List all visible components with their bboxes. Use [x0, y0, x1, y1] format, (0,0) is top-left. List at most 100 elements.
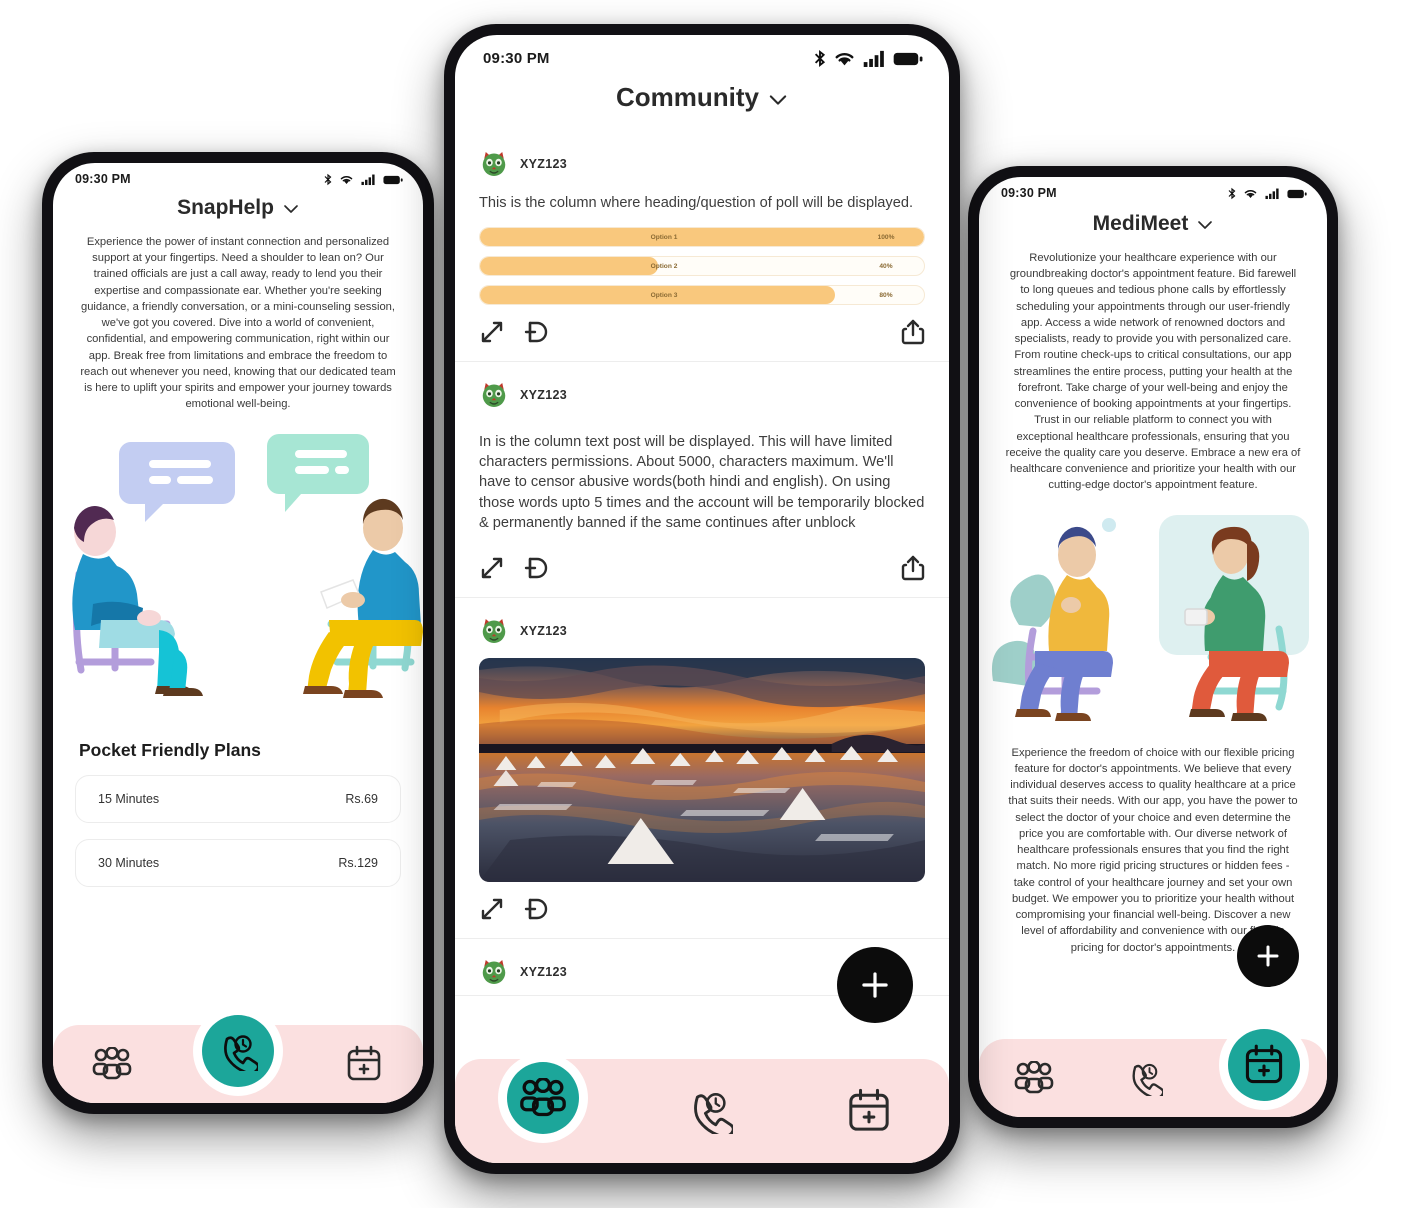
wifi-icon	[340, 175, 353, 184]
center-app-title: Community	[616, 82, 759, 112]
post-username: XYZ123	[520, 623, 567, 638]
left-status-bar: 09:30 PM	[53, 163, 423, 188]
nav-item-call[interactable]	[682, 1083, 738, 1139]
right-phone-medimeet: 09:30 PM MediMeet Revolutionize your hea…	[968, 166, 1338, 1128]
post-header: XYZ123	[479, 380, 925, 410]
post-username: XYZ123	[520, 157, 567, 171]
chevron-down-icon[interactable]	[768, 82, 788, 113]
post-actions	[479, 896, 925, 930]
plus-icon	[1257, 945, 1279, 967]
poll-option-row[interactable]: Option 3 80%	[479, 285, 925, 306]
nav-item-appointments[interactable]	[841, 1083, 897, 1139]
plan-duration: 30 Minutes	[98, 855, 160, 870]
share-upload-icon[interactable]	[901, 555, 925, 581]
signal-icon	[361, 174, 375, 185]
left-intro-text: Experience the power of instant connecti…	[80, 236, 396, 411]
nav-item-community[interactable]	[506, 1062, 579, 1134]
post-body: In is the column text post will be displ…	[479, 434, 925, 531]
nav-item-appointments[interactable]	[336, 1036, 392, 1092]
battery-icon	[893, 52, 923, 66]
post-header: XYZ123	[479, 149, 925, 179]
wifi-icon	[835, 53, 854, 66]
expand-arrows-icon[interactable]	[479, 896, 505, 922]
post-poll: XYZ123 This is the column where heading/…	[455, 131, 949, 363]
signal-icon	[1265, 188, 1279, 199]
avatar[interactable]	[479, 957, 509, 987]
poll-option-row[interactable]: Option 2 40%	[479, 256, 925, 277]
post-header: XYZ123	[479, 616, 925, 646]
comment-icon[interactable]	[523, 319, 549, 345]
chevron-down-icon[interactable]	[283, 196, 299, 220]
post-photo[interactable]	[479, 657, 925, 882]
plan-price: Rs.129	[338, 855, 378, 870]
status-icons	[324, 173, 403, 186]
poll-option-label: Option 1	[650, 233, 678, 241]
plus-icon	[862, 972, 888, 998]
post-text: XYZ123 In is the column text post will b…	[455, 362, 949, 598]
plan-price: Rs.69	[345, 791, 378, 806]
plans-heading: Pocket Friendly Plans	[79, 739, 261, 760]
poll-option-label: Option 3	[650, 291, 678, 299]
poll-options: Option 1 100% Option 2 40% Option 3 80%	[479, 227, 925, 306]
plan-row[interactable]: 15 Minutes Rs.69	[75, 774, 401, 823]
avatar[interactable]	[479, 616, 509, 646]
status-time: 09:30 PM	[75, 172, 131, 186]
post-image: XYZ123	[455, 598, 949, 939]
bluetooth-icon	[1228, 187, 1236, 199]
left-phone-screen: 09:30 PM SnapHelp Experience the power o…	[53, 163, 423, 1103]
right-fab-add[interactable]	[1237, 925, 1299, 987]
nav-item-community[interactable]	[1006, 1050, 1062, 1106]
status-icons	[1228, 187, 1307, 200]
bluetooth-icon	[324, 173, 332, 185]
right-phone-screen: 09:30 PM MediMeet Revolutionize your hea…	[979, 177, 1327, 1117]
poll-option-row[interactable]: Option 1 100%	[479, 227, 925, 248]
left-bottom-nav	[53, 1015, 423, 1103]
battery-icon	[383, 175, 403, 184]
avatar[interactable]	[479, 380, 509, 410]
post-actions	[479, 555, 925, 589]
plan-duration: 15 Minutes	[98, 791, 160, 806]
wifi-icon	[1244, 189, 1257, 198]
status-time: 09:30 PM	[483, 50, 550, 67]
comment-icon[interactable]	[523, 555, 549, 581]
expand-arrows-icon[interactable]	[479, 319, 505, 345]
plan-row[interactable]: 30 Minutes Rs.129	[75, 838, 401, 887]
center-phone-screen: 09:30 PM Community XYZ123 This is the co…	[455, 35, 949, 1163]
counselling-illustration	[72, 433, 423, 698]
comment-icon[interactable]	[523, 896, 549, 922]
post-username: XYZ123	[520, 388, 567, 403]
mockup-stage: 09:30 PM SnapHelp Experience the power o…	[0, 0, 1407, 1208]
nav-item-call[interactable]	[1117, 1050, 1173, 1106]
left-app-title-row[interactable]: SnapHelp	[53, 196, 423, 220]
center-fab-add[interactable]	[837, 947, 913, 1023]
battery-icon	[1287, 189, 1307, 198]
center-phone-community: 09:30 PM Community XYZ123 This is the co…	[444, 24, 960, 1174]
right-intro-text: Revolutionize your healthcare experience…	[1005, 252, 1301, 492]
status-time: 09:30 PM	[1001, 186, 1057, 200]
share-upload-icon[interactable]	[901, 319, 925, 345]
avatar[interactable]	[479, 149, 509, 179]
bluetooth-icon	[814, 49, 826, 68]
center-status-bar: 09:30 PM	[455, 35, 949, 70]
left-app-title: SnapHelp	[177, 196, 274, 219]
poll-option-percent: 40%	[879, 262, 893, 270]
chevron-down-icon[interactable]	[1197, 212, 1213, 236]
nav-item-appointments[interactable]	[1227, 1029, 1300, 1101]
right-app-title-row[interactable]: MediMeet	[979, 212, 1327, 236]
poll-option-label: Option 2	[650, 262, 678, 270]
right-app-title: MediMeet	[1092, 212, 1189, 235]
nav-item-community[interactable]	[84, 1036, 140, 1092]
nav-item-call[interactable]	[202, 1015, 274, 1087]
right-status-bar: 09:30 PM	[979, 177, 1327, 202]
poll-question: This is the column where heading/questio…	[479, 195, 914, 211]
status-icons	[814, 49, 923, 68]
center-app-title-row[interactable]: Community	[455, 82, 949, 113]
center-bottom-nav	[455, 1059, 949, 1163]
post-username: XYZ123	[520, 964, 567, 979]
doctor-consult-illustration	[991, 514, 1309, 721]
poll-option-percent: 80%	[879, 291, 893, 299]
poll-option-percent: 100%	[877, 233, 895, 241]
left-phone-snaphelp: 09:30 PM SnapHelp Experience the power o…	[42, 152, 434, 1114]
right-pricing-text: Experience the freedom of choice with ou…	[1008, 746, 1298, 954]
expand-arrows-icon[interactable]	[479, 555, 505, 581]
